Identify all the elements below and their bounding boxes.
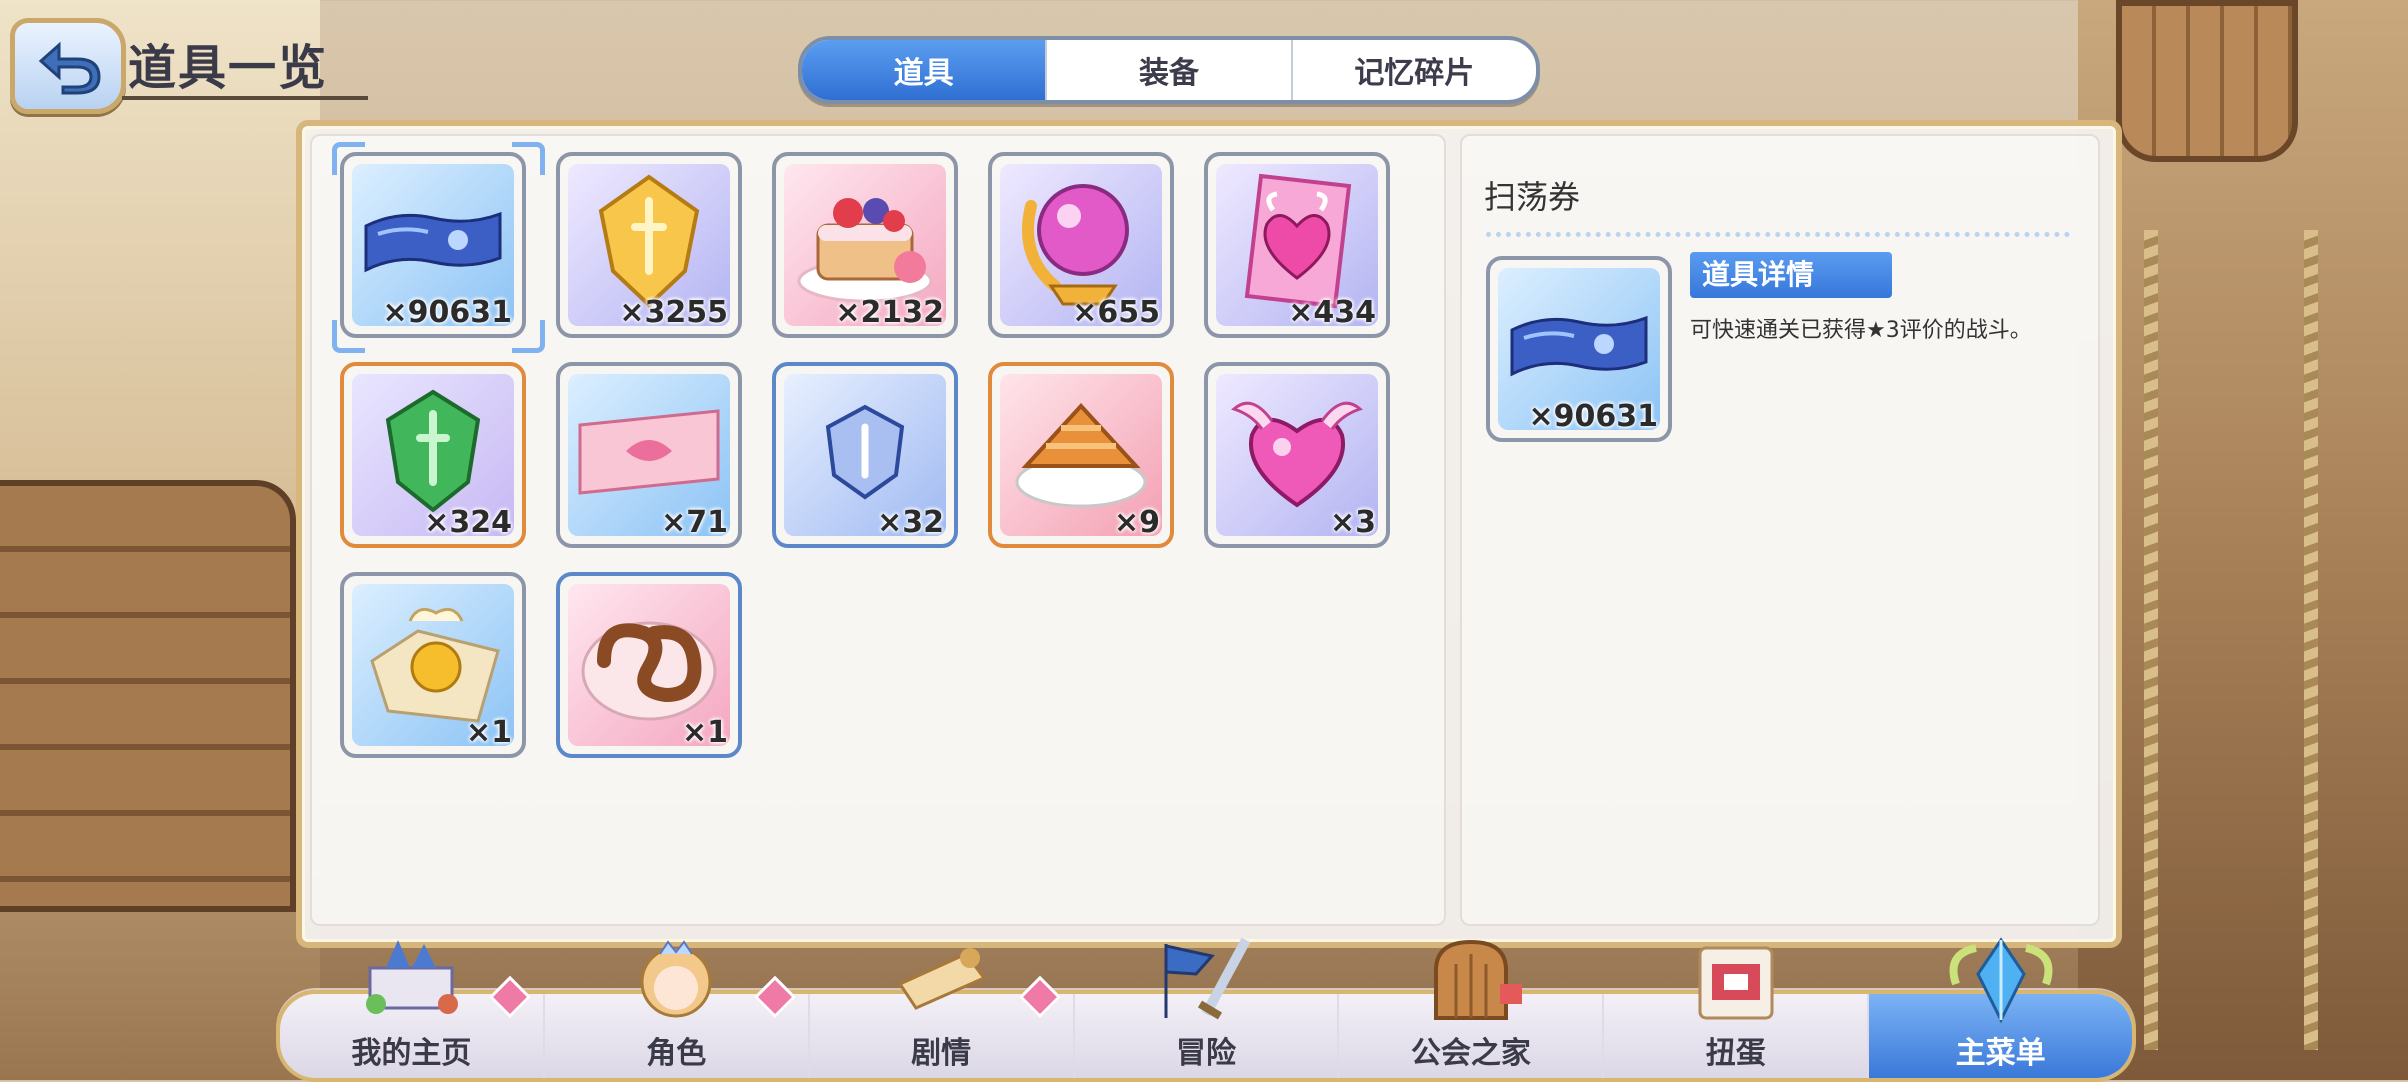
notification-badge (1018, 975, 1061, 1019)
pink-ticket-icon (578, 409, 720, 496)
detail-item-slot: ×90631 (1486, 256, 1672, 442)
nav-story[interactable]: 剧情 (810, 948, 1075, 1078)
candy-icon (370, 608, 500, 724)
tab-equipment[interactable]: 装备 (1047, 40, 1293, 100)
gacha-icon (1698, 946, 1774, 1020)
background-right (2078, 0, 2408, 1080)
item-slot-pink-orb[interactable]: ×655 (988, 152, 1174, 338)
item-quantity: ×324 (424, 505, 512, 540)
green-shield-icon (385, 390, 481, 513)
nav-label: 主菜单 (1955, 1036, 2046, 1071)
gold-crest-icon (598, 174, 700, 309)
item-quantity: ×655 (1072, 295, 1160, 330)
item-slot-blue-shield[interactable]: ×32 (772, 362, 958, 548)
ticket-icon (1510, 316, 1648, 377)
item-quantity: ×1 (681, 715, 728, 750)
item-quantity: ×434 (1288, 295, 1376, 330)
item-slot-candy[interactable]: ×1 (340, 572, 526, 758)
item-slot-sweep-ticket[interactable]: ×90631 (340, 152, 526, 338)
orb-icon (1022, 184, 1129, 306)
background-barrel (2116, 0, 2298, 162)
selection-corner (512, 320, 545, 353)
item-quantity: ×1 (465, 715, 512, 750)
nav-label: 剧情 (911, 1036, 972, 1071)
item-slot-berry-cake[interactable]: ×2132 (772, 152, 958, 338)
back-button[interactable] (10, 18, 126, 114)
item-slot-pretzel[interactable]: ×1 (556, 572, 742, 758)
title-underline (122, 96, 368, 100)
nav-my-home[interactable]: 我的主页 (280, 940, 545, 1078)
item-slot-pink-ticket[interactable]: ×71 (556, 362, 742, 548)
nav-characters[interactable]: 角色 (545, 940, 810, 1078)
detail-label: 道具详情 (1690, 252, 1892, 298)
detail-description: 可快速通关已获得★3评价的战斗。 (1690, 318, 2032, 343)
selection-corner (332, 320, 365, 353)
item-slot-green-shield[interactable]: ×324 (340, 362, 526, 548)
character-icon (640, 940, 712, 1018)
item-quantity: ×90631 (1528, 399, 1658, 434)
detail-divider (1486, 232, 2070, 237)
nav-label: 公会之家 (1410, 1036, 1531, 1071)
nav-label: 扭蛋 (1705, 1036, 1766, 1071)
background-rope (2144, 230, 2158, 1050)
winged-heart-icon (1231, 402, 1363, 508)
selection-corner (332, 142, 365, 175)
nav-adventure[interactable]: 冒险 (1075, 937, 1340, 1078)
item-quantity: ×32 (877, 505, 944, 540)
tab-items[interactable]: 道具 (802, 40, 1048, 100)
pie-icon (1015, 403, 1147, 508)
tab-bar: 道具 装备 记忆碎片 (798, 36, 1540, 104)
item-slot-heart-card[interactable]: ×434 (1204, 152, 1390, 338)
item-quantity: ×9 (1113, 505, 1160, 540)
tab-memory-pieces[interactable]: 记忆碎片 (1293, 40, 1536, 100)
nav-gacha[interactable]: 扭蛋 (1604, 946, 1870, 1078)
pretzel-icon (581, 621, 717, 721)
castle-icon (366, 940, 459, 1014)
scroll-icon (897, 948, 987, 1010)
bottom-nav: 我的主页 角色 剧情 冒险 公会之家 扭蛋 主菜单 (276, 937, 2136, 1082)
item-slot-apple-pie[interactable]: ×9 (988, 362, 1174, 548)
cake-icon (797, 198, 933, 303)
flag-sword-icon (1164, 937, 1251, 1020)
item-slot-winged-heart[interactable]: ×3 (1204, 362, 1390, 548)
item-quantity: ×90631 (382, 295, 512, 330)
item-quantity: ×3 (1329, 505, 1376, 540)
nav-label: 我的主页 (351, 1036, 472, 1071)
background-rope (2304, 230, 2318, 1050)
item-quantity: ×71 (661, 505, 728, 540)
heart-card-icon (1244, 174, 1352, 309)
item-quantity: ×3255 (619, 295, 728, 330)
notification-badge (753, 975, 796, 1019)
back-arrow-icon (38, 41, 101, 95)
selection-corner (512, 142, 545, 175)
item-slot-gold-crest[interactable]: ×3255 (556, 152, 742, 338)
ticket-icon (364, 212, 502, 273)
page-title: 道具一览 (128, 40, 329, 96)
background-chest (0, 480, 296, 912)
nav-main-menu[interactable]: 主菜单 (1869, 937, 2133, 1078)
item-quantity: ×2132 (835, 295, 944, 330)
nav-label: 冒险 (1176, 1036, 1236, 1071)
blue-shield-icon (825, 405, 905, 500)
nav-guild-house[interactable]: 公会之家 (1339, 939, 1605, 1078)
nav-label: 角色 (646, 1036, 707, 1071)
door-icon (1433, 939, 1522, 1020)
notification-badge (488, 975, 532, 1019)
crystal-icon (1949, 937, 2053, 1024)
detail-item-name: 扫荡券 (1484, 178, 1581, 216)
